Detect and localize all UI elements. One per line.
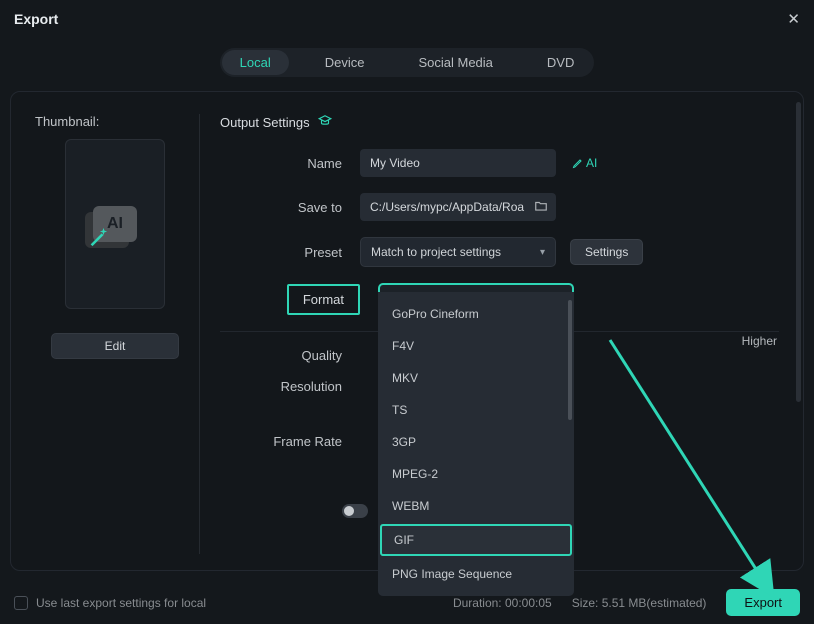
format-option-gopro[interactable]: GoPro Cineform xyxy=(378,298,574,330)
panel-scrollbar[interactable] xyxy=(796,102,801,402)
duration-text: Duration: 00:00:05 xyxy=(453,596,552,610)
save-to-input[interactable] xyxy=(360,193,556,221)
resolution-label: Resolution xyxy=(220,379,360,394)
format-option-mpeg2[interactable]: MPEG-2 xyxy=(378,458,574,490)
preset-label: Preset xyxy=(220,245,360,260)
tab-device[interactable]: Device xyxy=(307,50,383,75)
ai-badge-text: AI xyxy=(107,215,123,233)
window-title: Export xyxy=(14,11,58,27)
quality-higher-label: Higher xyxy=(742,334,777,348)
format-option-f4v[interactable]: F4V xyxy=(378,330,574,362)
frame-rate-label: Frame Rate xyxy=(220,434,360,449)
tab-dvd[interactable]: DVD xyxy=(529,50,592,75)
thumbnail-preview[interactable]: AI xyxy=(65,139,165,309)
format-option-ts[interactable]: TS xyxy=(378,394,574,426)
output-settings-heading: Output Settings xyxy=(220,115,310,130)
format-option-3gp[interactable]: 3GP xyxy=(378,426,574,458)
name-input[interactable] xyxy=(360,149,556,177)
dropdown-scrollbar[interactable] xyxy=(568,300,572,420)
chevron-down-icon: ▾ xyxy=(540,247,545,258)
tab-social-media[interactable]: Social Media xyxy=(400,50,510,75)
size-text: Size: 5.51 MB(estimated) xyxy=(572,596,707,610)
ai-suffix-text: AI xyxy=(586,156,597,170)
magic-wand-icon xyxy=(87,226,109,248)
name-label: Name xyxy=(220,156,360,171)
use-last-settings-label: Use last export settings for local xyxy=(36,596,206,610)
vertical-divider xyxy=(199,114,200,554)
graduation-cap-icon[interactable] xyxy=(318,114,332,131)
preset-select[interactable]: Match to project settings ▾ xyxy=(360,237,556,267)
edit-thumbnail-button[interactable]: Edit xyxy=(51,333,179,359)
folder-icon[interactable] xyxy=(534,199,548,216)
format-option-mkv[interactable]: MKV xyxy=(378,362,574,394)
ai-badge-icon: AI xyxy=(93,206,137,242)
preset-settings-button[interactable]: Settings xyxy=(570,239,643,265)
export-tabs: Local Device Social Media DVD xyxy=(220,48,595,77)
quality-label: Quality xyxy=(220,348,360,363)
ai-pencil-icon[interactable]: AI xyxy=(572,156,597,170)
format-label: Format xyxy=(287,284,360,315)
format-dropdown: GoPro Cineform F4V MKV TS 3GP MPEG-2 WEB… xyxy=(378,292,574,596)
export-button[interactable]: Export xyxy=(726,589,800,616)
format-option-webm[interactable]: WEBM xyxy=(378,490,574,522)
close-icon[interactable]: ✕ xyxy=(787,10,800,28)
preset-value: Match to project settings xyxy=(371,245,501,259)
save-to-label: Save to xyxy=(220,200,360,215)
thumbnail-label: Thumbnail: xyxy=(35,114,195,129)
toggle-switch[interactable] xyxy=(342,504,368,518)
format-option-png-seq[interactable]: PNG Image Sequence xyxy=(378,558,574,590)
tab-local[interactable]: Local xyxy=(222,50,289,75)
use-last-settings-checkbox[interactable] xyxy=(14,596,28,610)
format-option-gif[interactable]: GIF xyxy=(380,524,572,556)
